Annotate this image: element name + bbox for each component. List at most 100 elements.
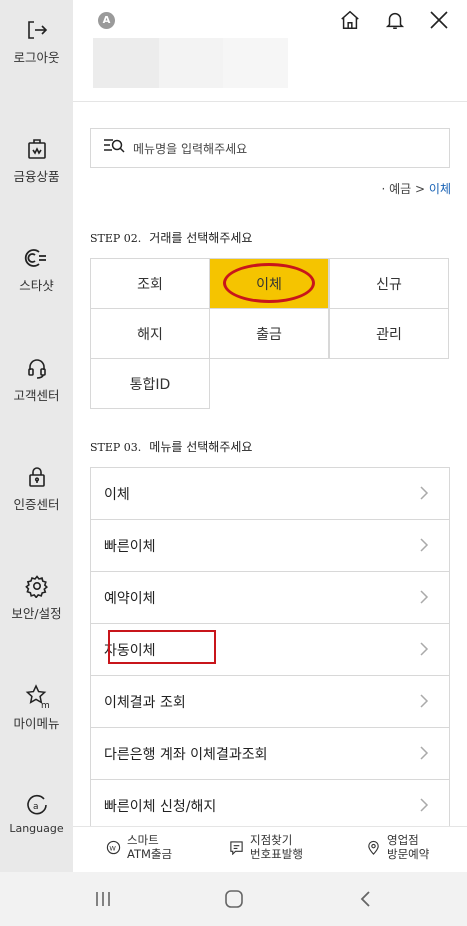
bottom-link-line1: 지점찾기: [250, 833, 293, 847]
chevron-right-icon: [420, 538, 429, 552]
sidebar-item-starshot[interactable]: 스타샷: [0, 245, 73, 315]
ticket-icon: [228, 839, 244, 855]
menu-item-other-bank-result[interactable]: 다른은행 계좌 이체결과조회: [90, 728, 450, 780]
logout-icon: [24, 17, 50, 43]
bottom-link-line1: 영업점: [387, 833, 419, 847]
option-label: 출금: [256, 326, 282, 343]
lock-icon: [24, 464, 50, 490]
menu-list: 이체 빠른이체 예약이체 자동이체 이체결과 조회 다른은행 계좌 이체결과조회…: [90, 467, 450, 832]
home-button-icon[interactable]: [221, 887, 247, 911]
language-icon: a: [24, 792, 50, 818]
menu-item-label: 예약이체: [104, 590, 156, 607]
step2-title: 거래를 선택해주세요: [149, 231, 253, 245]
sidebar-item-label: 보안/설정: [11, 606, 62, 621]
main-panel: A 메뉴명을 입력해주세요 · 예금 > 이체 STEP 02. 거래를 선택해…: [73, 0, 467, 872]
svg-text:m: m: [41, 701, 50, 709]
menu-item-label: 빠른이체 신청/해지: [104, 798, 217, 815]
close-icon[interactable]: [426, 7, 452, 33]
step3-number: STEP 03.: [90, 441, 142, 454]
svg-text:W: W: [109, 844, 116, 852]
menu-item-label: 빠른이체: [104, 538, 156, 555]
menu-item-label-wrap: 자동이체: [104, 629, 216, 664]
option-withdraw[interactable]: 출금: [209, 308, 329, 359]
headset-icon: [24, 355, 50, 381]
chevron-right-icon: [420, 694, 429, 708]
sidebar-item-label: 로그아웃: [13, 50, 60, 65]
top-bar: A: [73, 0, 467, 102]
bottom-link-line2: 방문예약: [387, 847, 430, 861]
option-label: 해지: [137, 326, 163, 343]
search-placeholder: 메뉴명을 입력해주세요: [133, 141, 248, 156]
masked-user-info: [223, 38, 288, 88]
home-icon[interactable]: [337, 7, 363, 33]
avatar[interactable]: A: [98, 12, 115, 29]
masked-user-info: [93, 38, 159, 88]
sidebar-item-financial-products[interactable]: 금융상품: [0, 136, 73, 206]
sidebar-item-label: 고객센터: [13, 388, 60, 403]
search-menu-icon: [103, 137, 125, 159]
chevron-right-icon: [420, 590, 429, 604]
chevron-right-icon: [420, 642, 429, 656]
sidebar-item-label: 금융상품: [13, 169, 60, 184]
atm-icon: W: [105, 839, 121, 855]
sidebar-item-auth-center[interactable]: 인증센터: [0, 464, 73, 534]
starshot-icon: [24, 245, 50, 271]
option-label: 이체: [256, 276, 282, 293]
option-new[interactable]: 신규: [329, 258, 449, 309]
option-label: 관리: [376, 326, 402, 343]
step2-number: STEP 02.: [90, 232, 142, 245]
chevron-right-icon: [420, 746, 429, 760]
sidebar-item-customer-center[interactable]: 고객센터: [0, 355, 73, 425]
svg-text:a: a: [33, 802, 39, 812]
menu-item-transfer-result[interactable]: 이체결과 조회: [90, 676, 450, 728]
breadcrumb: · 예금 > 이체: [382, 180, 452, 197]
menu-item-quick-transfer-apply[interactable]: 빠른이체 신청/해지: [90, 780, 450, 832]
breadcrumb-current[interactable]: 이체: [429, 182, 451, 196]
highlight-box: [108, 629, 216, 664]
branch-finder-link[interactable]: 지점찾기 번호표발행: [228, 833, 303, 861]
gear-icon: [24, 573, 50, 599]
option-manage[interactable]: 관리: [329, 308, 449, 359]
menu-item-transfer[interactable]: 이체: [90, 468, 450, 520]
bottom-links: W 스마트 ATM출금 지점찾기 번호표발행 영업점 방문예약: [73, 826, 467, 872]
step2-heading: STEP 02. 거래를 선택해주세요: [90, 229, 252, 246]
option-cancel[interactable]: 해지: [90, 308, 210, 359]
menu-item-auto-transfer[interactable]: 자동이체: [90, 624, 450, 676]
masked-user-info: [159, 38, 223, 88]
bell-icon[interactable]: [382, 7, 408, 33]
location-pin-icon: [365, 839, 381, 855]
menu-item-label: 이체: [104, 486, 130, 503]
sidebar-item-label: Language: [9, 822, 64, 835]
bottom-link-line2: ATM출금: [127, 847, 173, 861]
option-transfer[interactable]: 이체: [209, 258, 329, 309]
sidebar-item-security-settings[interactable]: 보안/설정: [0, 573, 73, 643]
step3-title: 메뉴를 선택해주세요: [149, 440, 253, 454]
system-nav-bar: [0, 872, 467, 926]
option-inquiry[interactable]: 조회: [90, 258, 210, 309]
menu-search-input[interactable]: 메뉴명을 입력해주세요: [90, 128, 450, 168]
smart-atm-link[interactable]: W 스마트 ATM출금: [105, 833, 172, 861]
sidebar-item-label: 스타샷: [19, 278, 54, 293]
recent-apps-icon[interactable]: [90, 887, 116, 911]
option-label: 신규: [376, 276, 402, 293]
sidebar-item-my-menu[interactable]: m 마이메뉴: [0, 683, 73, 753]
sidebar-item-label: 마이메뉴: [13, 716, 60, 731]
chevron-right-icon: [420, 798, 429, 812]
star-m-icon: m: [24, 683, 50, 709]
sidebar: 로그아웃 금융상품 스타샷 고객센터 인증센터 보안/설정 m 마이메뉴 a L…: [0, 0, 73, 872]
branch-reservation-link[interactable]: 영업점 방문예약: [365, 833, 429, 861]
sidebar-item-language[interactable]: a Language: [0, 792, 73, 862]
sidebar-item-label: 인증센터: [13, 497, 60, 512]
chevron-right-icon: [420, 486, 429, 500]
menu-item-scheduled-transfer[interactable]: 예약이체: [90, 572, 450, 624]
financial-product-icon: [24, 136, 50, 162]
back-icon[interactable]: [352, 887, 378, 911]
bottom-link-line2: 번호표발행: [250, 847, 303, 861]
breadcrumb-prefix: · 예금 >: [381, 182, 429, 196]
app-screen: 로그아웃 금융상품 스타샷 고객센터 인증센터 보안/설정 m 마이메뉴 a L…: [0, 0, 467, 926]
bottom-link-line1: 스마트: [127, 833, 159, 847]
menu-item-quick-transfer[interactable]: 빠른이체: [90, 520, 450, 572]
menu-item-label: 이체결과 조회: [104, 694, 186, 711]
option-integrated-id[interactable]: 통합ID: [90, 358, 210, 409]
sidebar-item-logout[interactable]: 로그아웃: [0, 17, 73, 87]
